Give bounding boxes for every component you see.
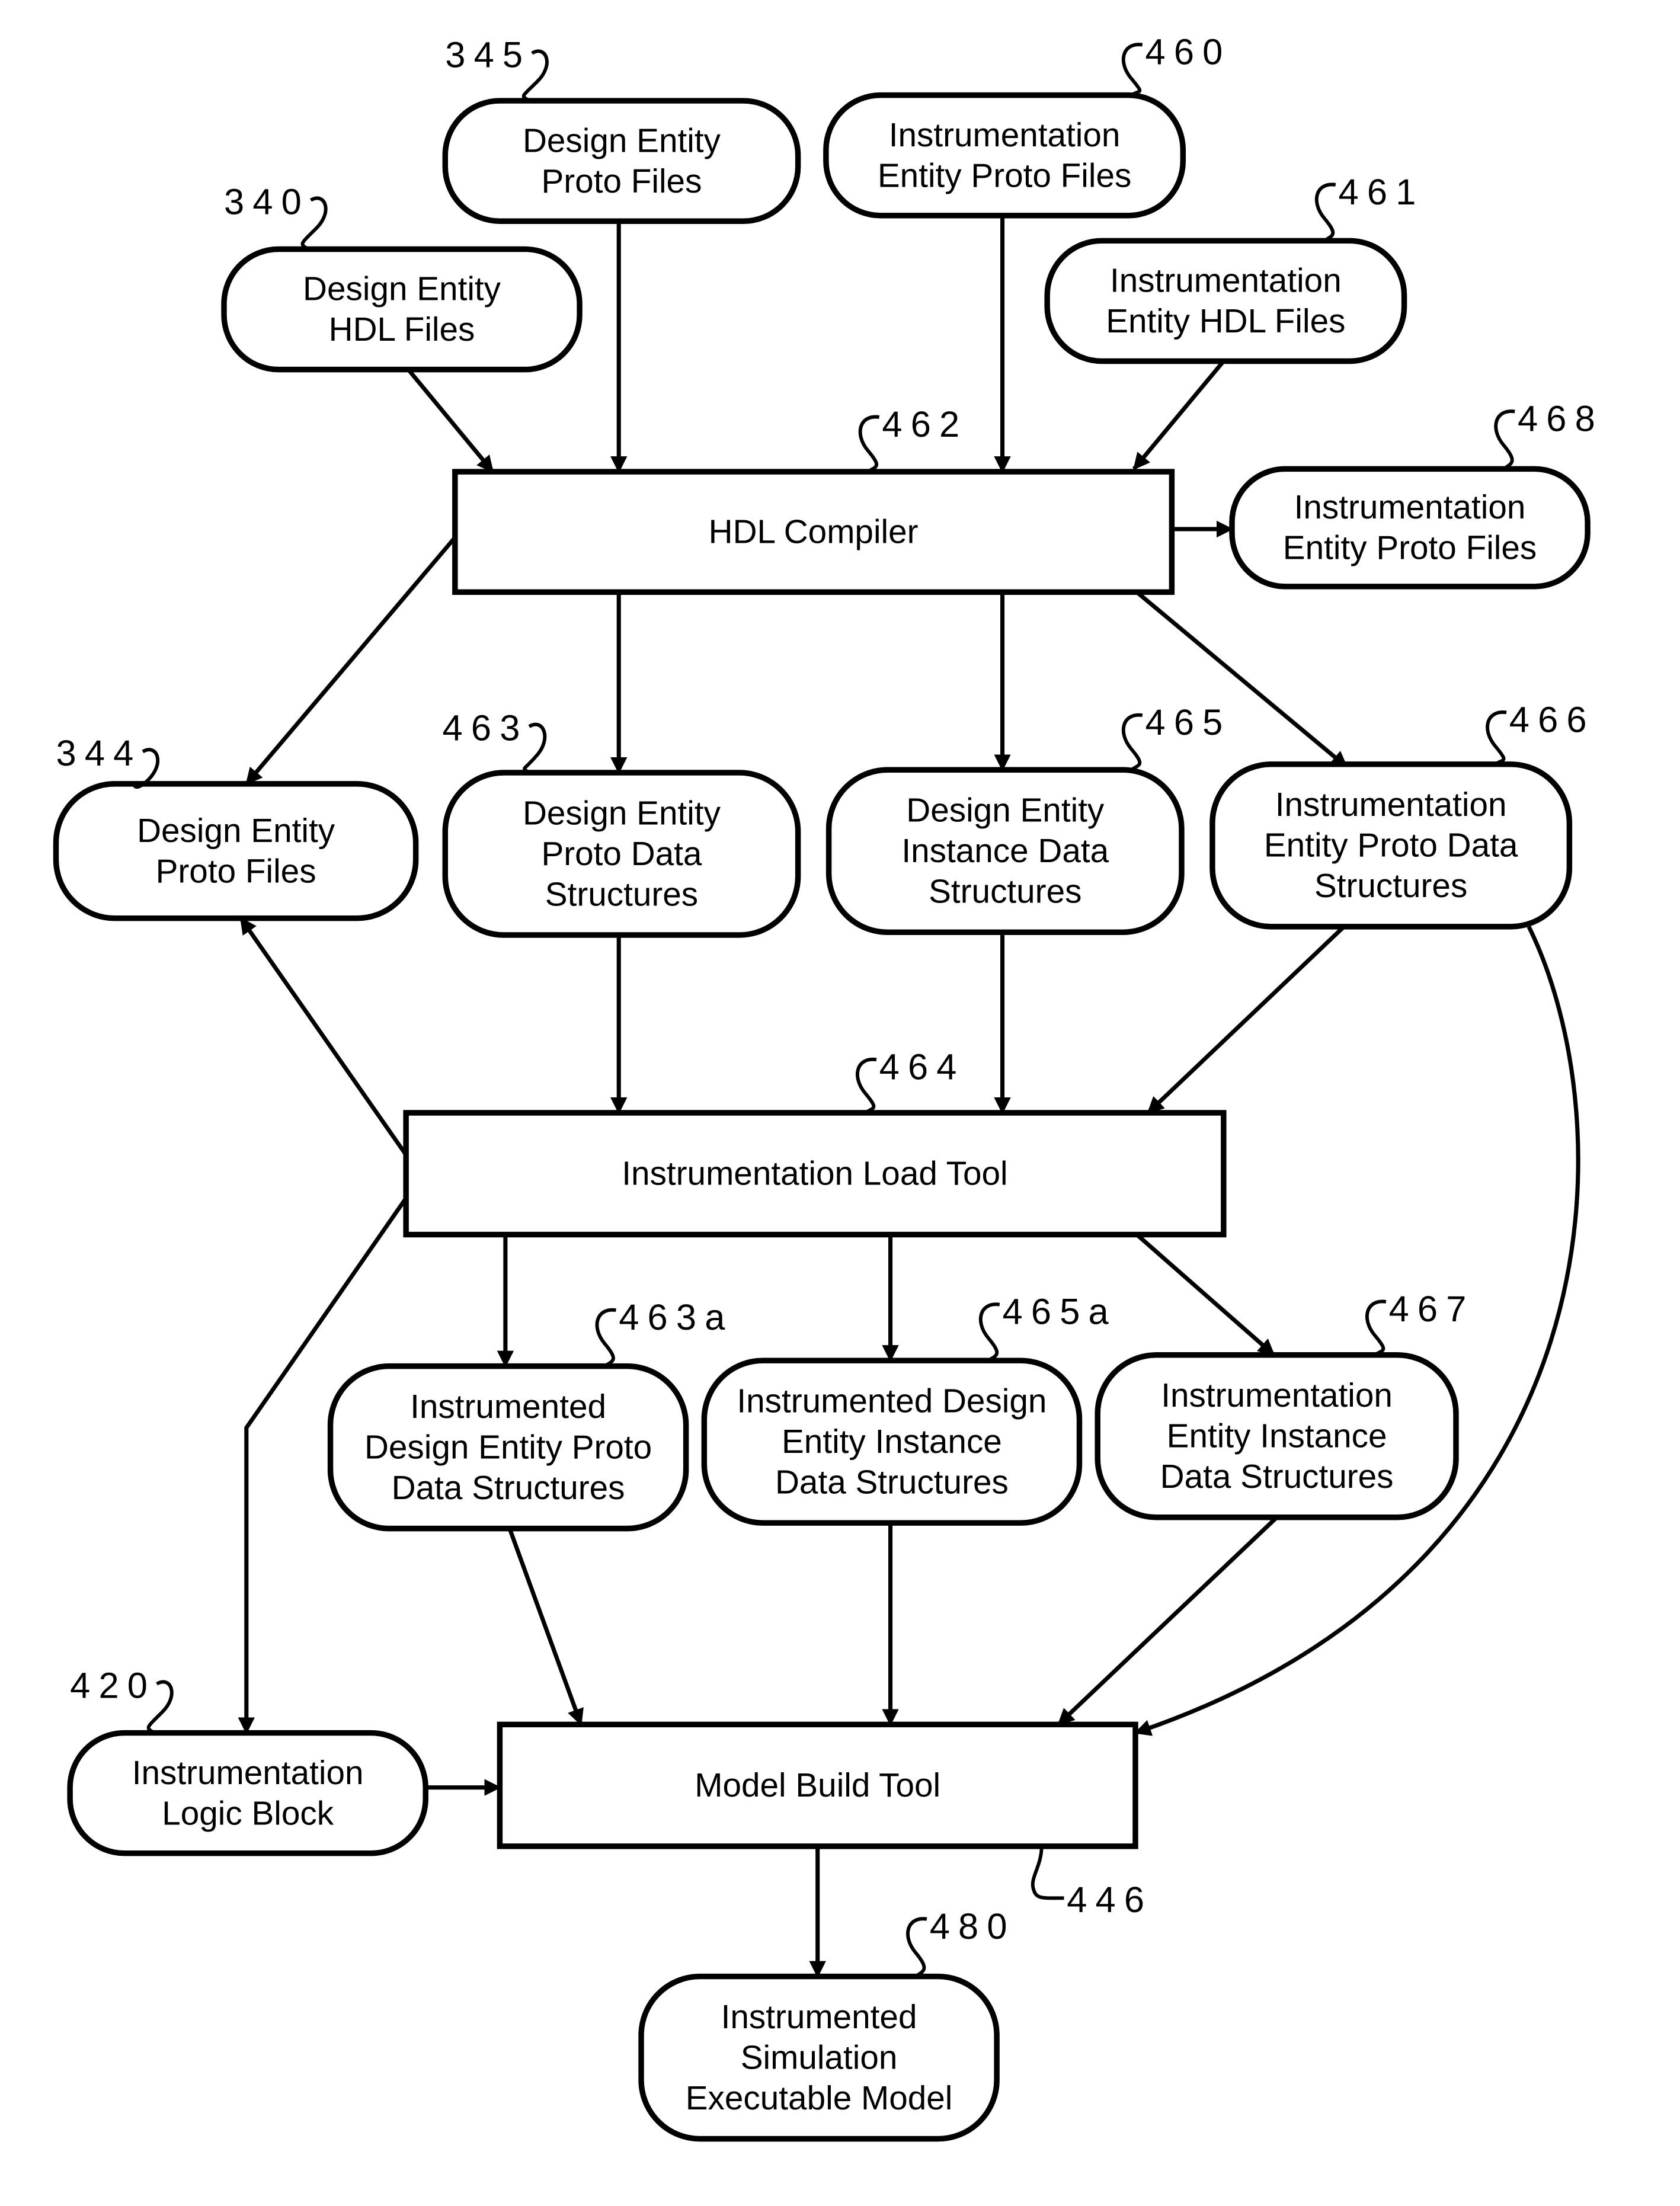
- data-store-shape: [1229, 466, 1591, 590]
- node-label-line: Instrumentation: [132, 1754, 364, 1792]
- node-label-line: Executable Model: [686, 2080, 953, 2117]
- reference-numeral: 465a: [1003, 1292, 1117, 1333]
- node-label-line: Design Entity: [906, 792, 1105, 830]
- leader-line: [858, 415, 880, 473]
- node-label-line: Instrumented Design: [737, 1383, 1047, 1420]
- node-446: Model Build Tool 446: [497, 1721, 1153, 1920]
- reference-numeral: 461: [1339, 172, 1425, 213]
- node-465: Design EntityInstance DataStructures 465: [825, 702, 1231, 936]
- edge-arrow-461-to-462: [1132, 360, 1225, 470]
- reference-numeral: 345: [445, 34, 531, 75]
- leader-line: [1486, 710, 1507, 766]
- reference-numeral: 480: [930, 1906, 1016, 1947]
- node-label-line: Simulation: [741, 2039, 898, 2076]
- node-label-line: Instrumentation: [1294, 489, 1526, 526]
- node-label-line: Entity HDL Files: [1106, 303, 1345, 340]
- node-460: InstrumentationEntity Proto Files 460: [823, 32, 1231, 219]
- nodes-layer: Design EntityHDL Files340Design EntityPr…: [53, 32, 1604, 2142]
- reference-numeral: 446: [1067, 1880, 1153, 1920]
- leader-line: [1121, 43, 1143, 97]
- leader-line: [595, 1308, 616, 1368]
- flow-diagram: Design EntityHDL Files340Design EntityPr…: [53, 32, 1604, 2142]
- node-label-line: Instrumentation Load Tool: [622, 1155, 1007, 1193]
- node-label-line: Data Structures: [1160, 1458, 1394, 1496]
- reference-numeral: 463a: [619, 1297, 733, 1338]
- data-store-shape: [442, 98, 801, 224]
- node-label-line: Instance Data: [901, 833, 1109, 870]
- edge-arrow-467-to-446: [1057, 1516, 1279, 1726]
- node-466: InstrumentationEntity Proto DataStructur…: [1209, 699, 1595, 930]
- node-label-line: Design Entity: [303, 271, 501, 308]
- edge-arrow-464-to-344: [239, 917, 408, 1156]
- node-label-line: Instrumentation: [1275, 786, 1507, 824]
- node-label-line: Structures: [545, 876, 698, 913]
- node-label-line: Instrumentation: [889, 117, 1121, 154]
- edge-arrow-463a-to-446: [507, 1528, 584, 1726]
- node-label-line: Data Structures: [392, 1469, 625, 1507]
- node-label-line: Proto Files: [541, 163, 702, 200]
- edge-arrow-462-to-344: [245, 536, 457, 786]
- node-label-line: Instrumentation: [1110, 262, 1342, 300]
- edge-arrow-466-to-464: [1146, 925, 1346, 1115]
- node-label-line: Structures: [929, 873, 1081, 911]
- node-label-line: Design Entity: [523, 795, 721, 832]
- leader-line: [1365, 1299, 1387, 1357]
- node-label-line: Instrumentation: [1161, 1377, 1393, 1414]
- leader-line: [1494, 409, 1515, 470]
- node-label-line: Entity Proto Files: [878, 157, 1131, 194]
- node-label-line: Logic Block: [162, 1795, 334, 1832]
- leader-line: [1314, 183, 1336, 242]
- node-480: InstrumentedSimulation Executable Model 48…: [638, 1906, 1016, 2142]
- node-465a: Instrumented DesignEntity InstanceData S…: [701, 1292, 1117, 1526]
- node-468: Instrumentation Entity Proto Files 468: [1229, 399, 1604, 590]
- node-464: Instrumentation Load Tool 464: [403, 1046, 1227, 1238]
- node-label-line: HDL Compiler: [709, 514, 919, 551]
- data-store-shape: [221, 246, 583, 373]
- reference-numeral: 462: [882, 404, 968, 445]
- node-label-line: Design Entity Proto: [364, 1429, 652, 1467]
- node-label-line: Entity Proto Data: [1264, 827, 1518, 865]
- node-label-line: Data Structures: [775, 1464, 1009, 1501]
- node-467: Instrumentation Entity InstanceData Struc…: [1095, 1289, 1475, 1520]
- leader-line: [978, 1302, 1000, 1362]
- reference-numeral: 468: [1518, 399, 1604, 440]
- reference-numeral: 344: [56, 733, 142, 774]
- node-label-line: Entity Instance: [1167, 1418, 1387, 1455]
- edge-arrow-466-to-446: [1134, 926, 1580, 1736]
- node-463a: InstrumentedDesign Entity ProtoData Stru…: [327, 1297, 733, 1532]
- reference-numeral: 466: [1509, 699, 1595, 740]
- reference-numeral: 420: [70, 1665, 156, 1706]
- data-store-shape: [67, 1730, 428, 1856]
- reference-numeral: 465: [1145, 702, 1231, 743]
- leader-line: [906, 1917, 927, 1978]
- node-label-line: Entity Proto Files: [1283, 530, 1537, 567]
- leader-line: [1121, 713, 1143, 771]
- data-store-shape: [53, 781, 419, 921]
- node-label-line: Proto Data: [541, 835, 702, 873]
- node-label-line: Instrumented: [721, 1999, 917, 2036]
- node-label-line: Instrumented: [410, 1388, 606, 1426]
- edge-arrow-464-to-467: [1135, 1232, 1276, 1357]
- data-store-shape: [823, 92, 1186, 219]
- reference-numeral: 460: [1145, 32, 1231, 73]
- node-344: Design EntityProto Files 344: [53, 733, 419, 921]
- leader-line: [855, 1057, 877, 1115]
- node-label-line: Proto Files: [156, 853, 316, 890]
- reference-numeral: 464: [879, 1046, 965, 1087]
- edge-arrow-340-to-462: [404, 365, 495, 473]
- node-label-line: Model Build Tool: [695, 1767, 940, 1804]
- node-345: Design Entity Proto Files 345: [442, 34, 801, 224]
- node-label-line: Design Entity: [523, 122, 721, 159]
- data-store-shape: [1044, 238, 1407, 364]
- reference-numeral: 463: [443, 708, 529, 749]
- node-label-line: HDL Files: [329, 311, 475, 348]
- node-label-line: Design Entity: [137, 812, 335, 850]
- reference-numeral: 467: [1389, 1289, 1475, 1330]
- reference-numeral: 340: [224, 181, 310, 222]
- node-label-line: Entity Instance: [782, 1423, 1002, 1461]
- leader-line: [1031, 1846, 1064, 1900]
- node-462: HDL Compiler 462: [452, 404, 1175, 595]
- node-label-line: Structures: [1314, 867, 1467, 905]
